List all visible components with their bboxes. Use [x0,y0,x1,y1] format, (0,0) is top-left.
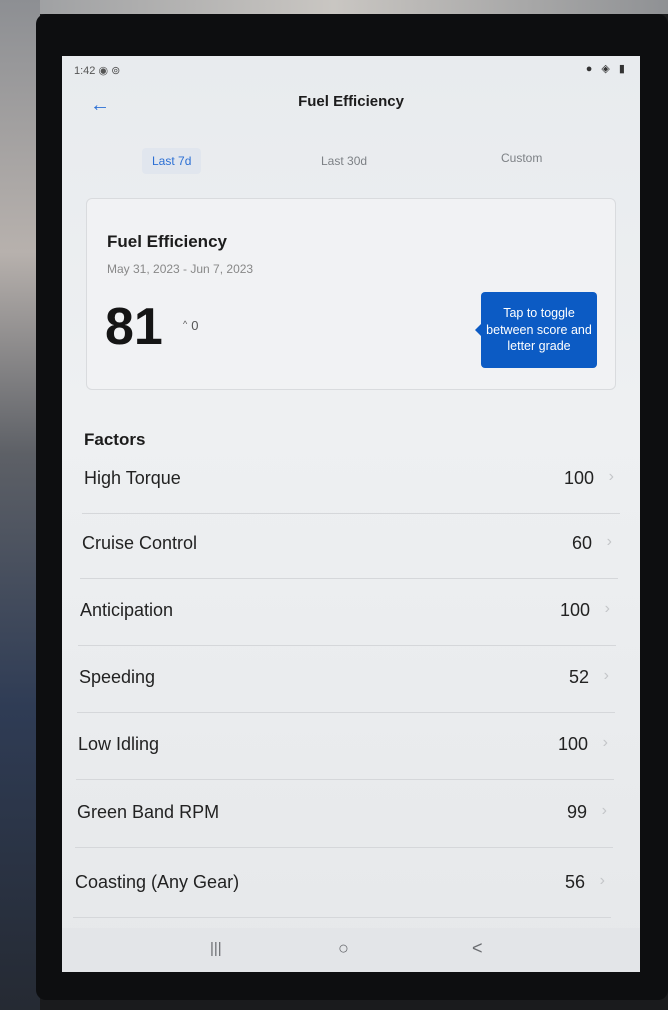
factors-heading: Factors [84,430,146,449]
score-delta-value: 0 [191,318,199,333]
score-value[interactable]: 81 [105,297,163,357]
factor-row-speeding[interactable]: Speeding 52 › [77,647,615,713]
chevron-right-icon: › [608,468,614,485]
factor-row-anticipation[interactable]: Anticipation 100 › [78,580,616,646]
status-bar-left: 1:42 ◉ ⊚ [74,64,120,77]
factor-label: Anticipation [80,600,174,620]
factor-row-low-idling[interactable]: Low Idling 100 › [76,714,614,780]
status-notification-icons: ◉ ⊚ [98,65,121,77]
status-time: 1:42 [74,65,96,77]
caret-up-icon: ^ [183,319,188,329]
chevron-right-icon: › [599,872,605,889]
chevron-right-icon: › [604,600,610,617]
phone-screen: 1:42 ◉ ⊚ ● ◈ ▮ ← Fuel Efficiency Last 7d… [62,56,640,972]
background-top [0,0,668,14]
recent-apps-icon[interactable]: ||| [210,940,222,957]
factor-value: 52 [568,667,589,687]
tab-custom[interactable]: Custom [501,151,542,165]
tab-last-7d[interactable]: Last 7d [142,148,202,174]
system-nav-bar: ||| ○ < [62,928,640,972]
home-icon[interactable]: ○ [338,938,349,959]
chevron-right-icon: › [601,802,607,819]
chevron-right-icon: › [603,667,609,684]
factor-value: 100 [563,468,594,488]
tab-last-30d[interactable]: Last 30d [321,154,367,168]
factor-row-coasting[interactable]: Coasting (Any Gear) 56 › [73,852,611,918]
page-title: Fuel Efficiency [298,93,404,110]
chevron-right-icon: › [606,533,612,550]
factor-value: 56 [564,872,585,892]
factor-label: Coasting (Any Gear) [75,872,240,892]
factor-value: 100 [557,734,588,754]
factor-row-green-band-rpm[interactable]: Green Band RPM 99 › [75,782,613,848]
factor-row-high-torque[interactable]: High Torque 100 › [82,448,620,514]
factor-label: Cruise Control [82,533,198,553]
factor-label: Speeding [79,667,156,687]
factor-value: 60 [571,533,592,553]
toggle-tooltip[interactable]: Tap to toggle between score and letter g… [475,292,597,368]
chevron-right-icon: › [602,734,608,751]
fuel-efficiency-card[interactable]: Fuel Efficiency May 31, 2023 - Jun 7, 20… [86,198,616,390]
background-left [0,0,40,1010]
factor-label: Low Idling [78,734,160,754]
status-bar-icons: ● ◈ ▮ [585,63,628,75]
factor-value: 99 [566,802,587,822]
card-title: Fuel Efficiency [107,232,227,251]
score-delta: ^ 0 [183,318,198,333]
factor-label: High Torque [84,468,181,488]
factor-value: 100 [559,600,590,620]
factor-label: Green Band RPM [77,802,220,822]
nav-back-icon[interactable]: < [472,938,483,959]
card-date-range: May 31, 2023 - Jun 7, 2023 [107,262,254,276]
factor-row-cruise-control[interactable]: Cruise Control 60 › [80,513,618,579]
